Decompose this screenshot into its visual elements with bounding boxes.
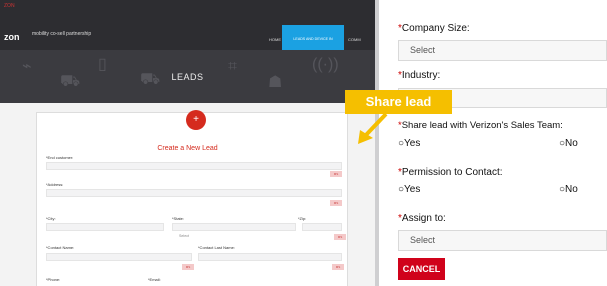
field-tag: MS [332,264,344,270]
share-yes-radio[interactable]: ○Yes [398,138,420,149]
industry-label: *Industry: [398,70,441,81]
mobile-icon: ▯ [98,56,107,73]
share-yes-label: Yes [404,138,421,149]
share-lead-callout: Share lead [345,90,452,114]
field-tag: MS [330,171,342,177]
field-tag: MS [182,264,194,270]
share-no-radio[interactable]: ○No [559,138,578,149]
form-title: Create a New Lead [157,145,218,152]
field-tag: MS [334,234,346,240]
permission-no-radio[interactable]: ○No [559,184,578,195]
state-select[interactable]: Select [172,223,296,238]
permission-yes-label: Yes [404,184,421,195]
share-lead-label: *Share lead with Verizon's Sales Team: [398,120,563,131]
assign-to-label: *Assign to: [398,213,446,224]
email-label: *Email: [148,277,161,282]
lead-form-detail: *Company Size: Select *Industry: *Share … [379,0,607,286]
end-customer-input[interactable] [46,162,342,170]
permission-no-label: No [565,184,578,195]
brand-tagline: mobility co-sell partnership [32,31,92,37]
assign-to-value: Select [410,235,436,245]
callout-arrow-icon [358,112,388,144]
phone-label: *Phone: [46,277,61,282]
permission-label: *Permission to Contact: [398,167,503,178]
nav-home-link[interactable]: HOME [269,37,281,42]
address-label: *Address: [46,182,64,187]
lead-app-preview: ZON zon mobility co-sell partnership HOM… [0,0,375,286]
top-navbar: ZON zon mobility co-sell partnership HOM… [0,0,375,69]
contact-last-name-input[interactable] [198,253,342,261]
assign-to-select[interactable]: Select [398,230,607,251]
company-size-value: Select [410,45,436,55]
city-label: *City: [46,216,56,221]
brand-mark: ZON [4,3,15,9]
hero-title: LEADS [171,72,204,82]
nav-leads-link[interactable]: LEADS AND DEVICE IN MANAGEMENT [282,25,344,69]
permission-yes-radio[interactable]: ○Yes [398,184,420,195]
contact-name-input[interactable] [46,253,192,261]
city-input[interactable] [46,223,164,231]
zip-input[interactable] [302,223,342,231]
company-size-select[interactable]: Select [398,40,607,61]
state-label: *State: [172,216,185,221]
contact-name-label: *Contact Name: [46,245,75,250]
brand-logo[interactable]: zon [4,32,20,42]
cancel-button[interactable]: CANCEL [398,258,445,280]
company-size-label: *Company Size: [398,23,470,34]
end-customer-label: *End customer: [46,155,74,160]
field-tag: MS [330,200,342,206]
hero-banner: ⌁ ⛟ ▯ ⛟ ⌗ ☗ ((·)) LEADS [0,50,375,103]
zip-label: *Zip: [298,216,307,221]
add-user-icon: + [186,110,206,130]
share-no-label: No [565,138,578,149]
contact-last-name-label: *Contact Last Name: [198,245,235,250]
state-select-value: Select [179,234,189,238]
address-input[interactable] [46,189,342,197]
nav-comm-link[interactable]: COMM [348,37,361,42]
